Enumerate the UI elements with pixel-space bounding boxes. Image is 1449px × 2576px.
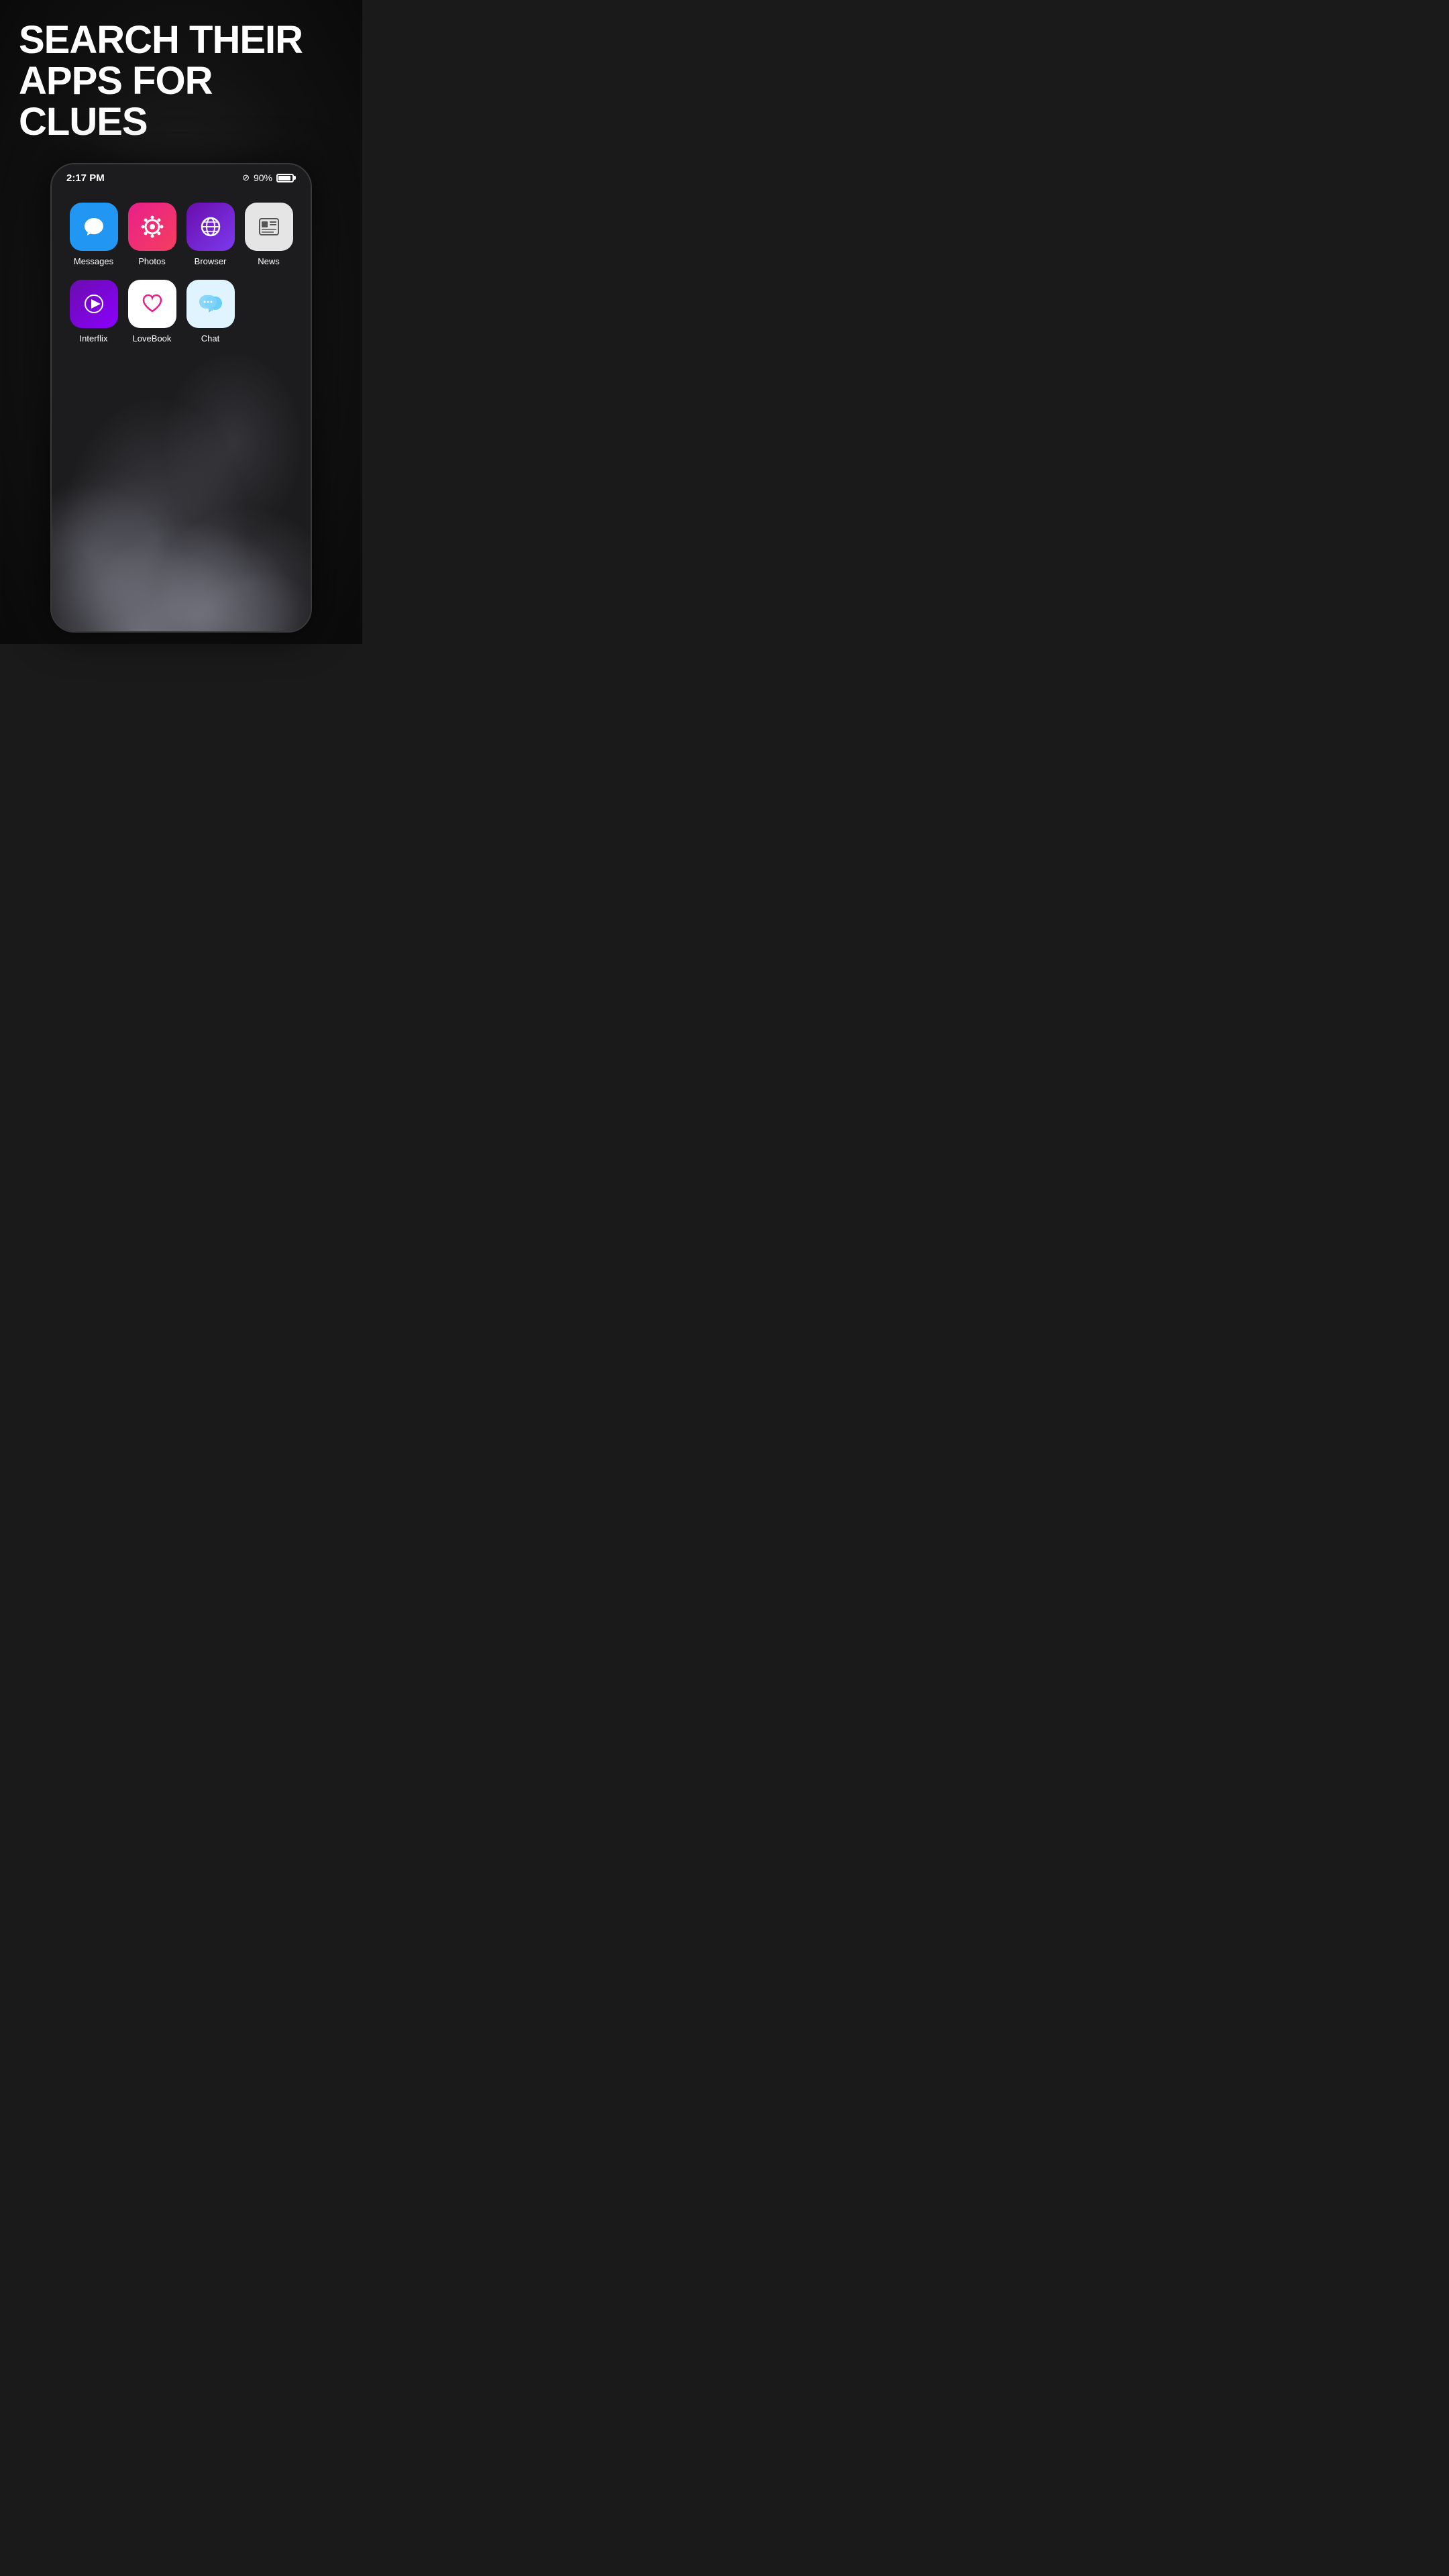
battery-fill: [278, 176, 290, 180]
photos-icon: [128, 203, 176, 251]
app-news[interactable]: News: [243, 203, 294, 266]
headline: SEARCH THEIR APPS FOR CLUES: [19, 20, 343, 143]
interflix-icon: [70, 280, 118, 328]
apps-row2: Interflix LoveBook Chat: [52, 266, 311, 343]
chat-icon: [186, 280, 235, 328]
app-interflix[interactable]: Interflix: [68, 280, 119, 343]
news-label: News: [258, 256, 280, 266]
app-chat[interactable]: Chat: [184, 280, 236, 343]
chat-svg: [197, 290, 225, 318]
battery-icon: [276, 174, 296, 182]
status-right: ⊘ 90%: [242, 172, 296, 183]
phone-frame: 2:17 PM ⊘ 90% Messages: [50, 163, 312, 633]
status-time: 2:17 PM: [66, 172, 105, 184]
battery-percentage: 90%: [254, 172, 272, 183]
battery-tip: [294, 176, 296, 180]
app-browser[interactable]: Browser: [184, 203, 236, 266]
browser-svg: [197, 213, 225, 241]
lovebook-svg: [138, 290, 166, 318]
browser-label: Browser: [195, 256, 227, 266]
interflix-svg: [80, 290, 108, 318]
photos-label: Photos: [138, 256, 165, 266]
app-photos[interactable]: Photos: [126, 203, 178, 266]
interflix-label: Interflix: [80, 333, 108, 343]
app-lovebook[interactable]: LoveBook: [126, 280, 178, 343]
photos-svg: [138, 213, 166, 241]
messages-label: Messages: [74, 256, 113, 266]
status-bar: 2:17 PM ⊘ 90%: [52, 164, 311, 189]
header-section: SEARCH THEIR APPS FOR CLUES: [0, 0, 362, 156]
app-messages[interactable]: Messages: [68, 203, 119, 266]
news-icon: [245, 203, 293, 251]
headline-line1: SEARCH THEIR: [19, 18, 303, 62]
headline-line2: APPS FOR CLUES: [19, 59, 213, 144]
messages-svg: [80, 213, 108, 241]
no-signal-icon: ⊘: [242, 172, 250, 183]
chat-label: Chat: [201, 333, 219, 343]
lovebook-label: LoveBook: [133, 333, 172, 343]
lovebook-icon: [128, 280, 176, 328]
news-svg: [255, 213, 283, 241]
browser-icon: [186, 203, 235, 251]
messages-icon: [70, 203, 118, 251]
apps-row1: Messages Photos: [52, 189, 311, 266]
battery-body: [276, 174, 294, 182]
